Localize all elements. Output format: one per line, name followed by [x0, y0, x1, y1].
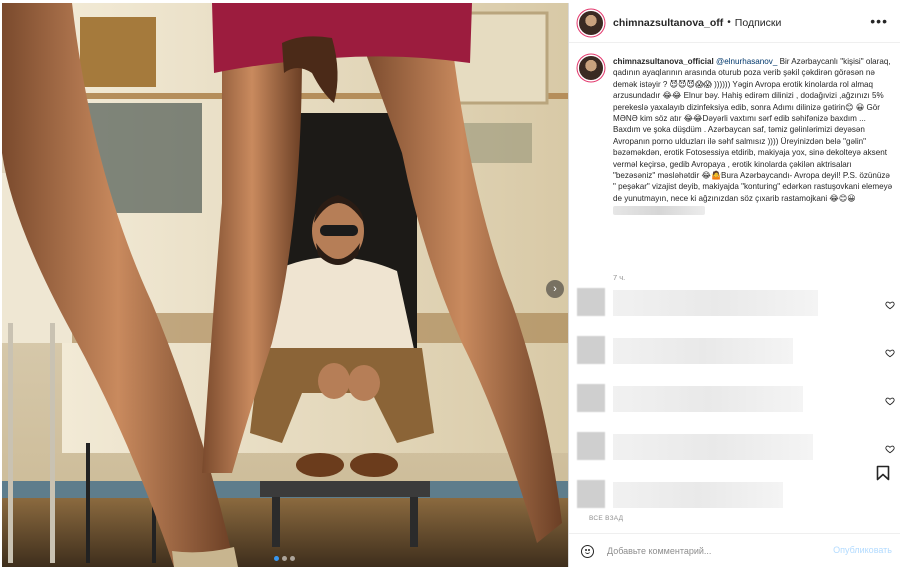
- blurred-avatar: [577, 384, 605, 412]
- chevron-right-icon[interactable]: ›: [546, 280, 564, 298]
- list-item: [577, 432, 897, 468]
- post-side-panel: chimnazsultanova_off • Подписки ••• chim…: [568, 3, 900, 567]
- caption-username[interactable]: chimnazsultanova_official: [613, 57, 714, 66]
- heart-icon[interactable]: [885, 300, 895, 310]
- publish-button[interactable]: Опубликовать: [833, 545, 892, 555]
- blurred-comment: [613, 386, 803, 412]
- blurred-comment: [613, 482, 783, 508]
- heart-icon[interactable]: [885, 396, 895, 406]
- caption: chimnazsultanova_official @elnurhasanov_…: [613, 56, 893, 216]
- view-replies-label[interactable]: ВСЕ ВЗАД: [589, 515, 623, 522]
- emoji-icon[interactable]: [581, 545, 594, 558]
- blurred-comment: [613, 434, 813, 460]
- post-header: chimnazsultanova_off • Подписки •••: [569, 3, 900, 43]
- list-item: [577, 288, 897, 324]
- list-item: [577, 384, 897, 420]
- carousel-dot: [274, 556, 279, 561]
- blurred-avatar: [577, 480, 605, 508]
- post-photo: ›: [2, 3, 568, 567]
- blurred-comment: [613, 338, 793, 364]
- carousel-dot: [290, 556, 295, 561]
- blurred-caption-tail: [613, 205, 705, 215]
- carousel-dot: [282, 556, 287, 561]
- header-separator: •: [727, 17, 731, 28]
- blurred-avatar: [577, 288, 605, 316]
- blurred-avatar: [577, 336, 605, 364]
- bookmark-icon[interactable]: [876, 465, 890, 481]
- photo-illustration: [2, 3, 568, 567]
- following-button[interactable]: Подписки: [735, 17, 782, 29]
- list-item: [577, 480, 897, 516]
- caption-mention[interactable]: @elnurhasanov_: [716, 57, 777, 66]
- caption-text: Bir Azərbaycanlı "kişisi" olaraq, qadını…: [613, 57, 893, 203]
- comment-input[interactable]: [607, 542, 807, 560]
- more-horizontal-icon[interactable]: •••: [870, 14, 888, 28]
- add-comment-bar: Опубликовать: [569, 533, 900, 567]
- list-item: [577, 336, 897, 372]
- caption-avatar[interactable]: [579, 56, 603, 80]
- blurred-comment: [613, 290, 818, 316]
- carousel-dots: [274, 556, 295, 561]
- heart-icon[interactable]: [885, 348, 895, 358]
- blurred-avatar: [577, 432, 605, 460]
- header-username[interactable]: chimnazsultanova_off: [613, 17, 723, 29]
- post-timestamp[interactable]: 7 ч.: [613, 273, 625, 282]
- avatar[interactable]: [579, 10, 603, 35]
- heart-icon[interactable]: [885, 444, 895, 454]
